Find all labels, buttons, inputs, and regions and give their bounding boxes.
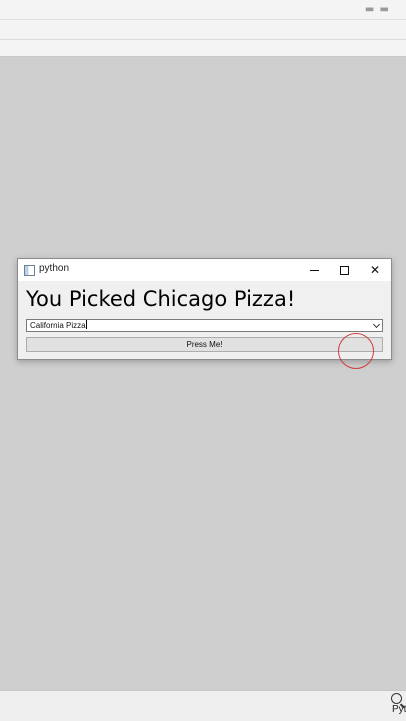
top-bar-divider: [0, 39, 406, 40]
close-icon: ✕: [369, 263, 381, 277]
close-button[interactable]: ✕: [360, 259, 390, 281]
more-options-icon[interactable]: ▬ ▬: [365, 4, 390, 15]
search-icon[interactable]: [391, 693, 402, 704]
maximize-icon: [339, 265, 349, 275]
title-bar[interactable]: python ✕: [18, 259, 391, 281]
python-window-icon: [24, 265, 35, 276]
text-caret: [85, 320, 87, 329]
top-bar-divider: [0, 19, 406, 20]
taskbar-app-label[interactable]: Pyt: [392, 704, 406, 715]
press-me-button[interactable]: Press Me!: [26, 337, 383, 352]
window-title: python: [39, 263, 70, 274]
browser-top-bar: ▬ ▬: [0, 0, 406, 57]
taskbar: Pyt: [0, 690, 406, 721]
python-window: python ✕ You Picked Chicago Pizza! Calif…: [17, 258, 392, 360]
combo-value: California Pizza: [30, 320, 87, 330]
click-indicator: [338, 333, 374, 369]
pizza-combo-box[interactable]: California Pizza: [26, 319, 383, 332]
minimize-icon: [309, 269, 319, 271]
maximize-button[interactable]: [329, 259, 359, 281]
chevron-down-icon[interactable]: [372, 320, 381, 329]
minimize-button[interactable]: [299, 259, 329, 281]
result-label: You Picked Chicago Pizza!: [26, 287, 296, 311]
